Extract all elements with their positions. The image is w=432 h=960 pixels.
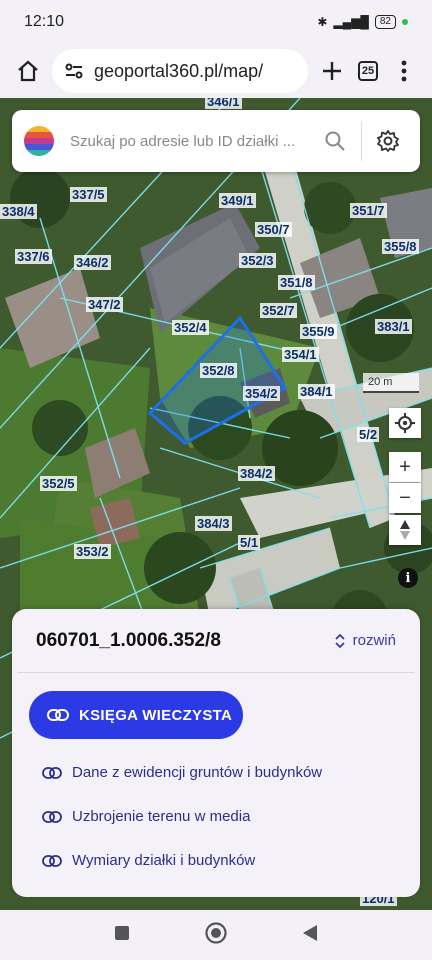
link-utilities[interactable]: Uzbrojenie terenu w media bbox=[42, 808, 250, 825]
tab-switcher-button[interactable]: 25 bbox=[350, 53, 386, 89]
parcel-label: 384/3 bbox=[195, 516, 232, 531]
land-register-label: KSIĘGA WIECZYSTA bbox=[79, 706, 233, 724]
parcel-label: 352/3 bbox=[239, 253, 276, 268]
parcel-label: 352/5 bbox=[40, 476, 77, 491]
link-icon bbox=[47, 709, 69, 721]
status-bar: 12:10 ✱ ▂▄▆█ 82 bbox=[0, 0, 432, 44]
link-label: Uzbrojenie terenu w media bbox=[72, 808, 251, 825]
scale-bar: 20 m bbox=[363, 373, 419, 393]
link-label: Wymiary działki i budynków bbox=[72, 852, 256, 869]
link-label: Dane z ewidencji gruntów i budynków bbox=[72, 764, 323, 781]
more-menu-icon[interactable] bbox=[386, 53, 422, 89]
recents-icon[interactable] bbox=[114, 925, 130, 946]
geoportal-logo[interactable] bbox=[24, 126, 54, 156]
parcel-info-panel: 060701_1.0006.352/8 rozwiń KSIĘGA WIECZY… bbox=[12, 609, 420, 897]
search-input[interactable]: Szukaj po adresie lub ID działki ... bbox=[70, 133, 315, 150]
signal-icon: ▂▄▆█ bbox=[333, 15, 369, 29]
address-bar[interactable]: geoportal360.pl/map/ bbox=[52, 49, 308, 93]
zoom-in-button[interactable]: + bbox=[389, 452, 421, 482]
parcel-label: 337/5 bbox=[70, 187, 107, 202]
parcel-label: 354/1 bbox=[282, 347, 319, 362]
zoom-out-button[interactable]: − bbox=[389, 483, 421, 513]
new-tab-icon[interactable] bbox=[314, 53, 350, 89]
locate-me-icon[interactable] bbox=[389, 408, 421, 438]
status-icons: ✱ ▂▄▆█ 82 bbox=[317, 15, 408, 29]
parcel-label: 354/2 bbox=[243, 386, 280, 401]
parcel-label: 355/9 bbox=[300, 324, 337, 339]
privacy-indicator-icon bbox=[402, 19, 408, 25]
parcel-label: 353/2 bbox=[74, 544, 111, 559]
site-settings-icon[interactable] bbox=[64, 61, 84, 81]
parcel-id: 060701_1.0006.352/8 bbox=[36, 629, 221, 651]
parcel-label: 5/1 bbox=[238, 535, 261, 550]
search-icon[interactable] bbox=[315, 130, 355, 152]
divider bbox=[361, 121, 362, 161]
land-register-button[interactable]: KSIĘGA WIECZYSTA bbox=[29, 691, 243, 739]
parcel-label: 355/8 bbox=[382, 239, 419, 254]
parcel-label: 352/7 bbox=[260, 303, 297, 318]
parcel-label: 346/2 bbox=[74, 255, 111, 270]
parcel-label: 384/1 bbox=[298, 384, 335, 399]
parcel-label: 347/2 bbox=[86, 297, 123, 312]
url-text: geoportal360.pl/map/ bbox=[94, 60, 264, 81]
system-nav-bar bbox=[0, 910, 432, 960]
parcel-label: 338/4 bbox=[0, 204, 37, 219]
parcel-label: 350/7 bbox=[255, 222, 292, 237]
compass-icon[interactable] bbox=[389, 515, 421, 545]
info-icon[interactable]: i bbox=[398, 568, 418, 588]
bluetooth-icon: ✱ bbox=[317, 15, 328, 29]
parcel-label: 352/8 bbox=[200, 363, 237, 378]
parcel-label: 352/4 bbox=[172, 320, 209, 335]
search-bar: Szukaj po adresie lub ID działki ... bbox=[12, 110, 420, 172]
back-icon[interactable] bbox=[302, 924, 318, 947]
home-nav-icon[interactable] bbox=[204, 921, 228, 950]
parcel-label: 349/1 bbox=[219, 193, 256, 208]
tabs-count: 25 bbox=[358, 61, 378, 81]
parcel-label: 351/7 bbox=[350, 203, 387, 218]
expand-chevrons-icon bbox=[335, 633, 345, 648]
parcel-label: 346/1 bbox=[205, 98, 242, 109]
expand-button[interactable]: rozwiń bbox=[335, 632, 396, 649]
parcel-label: 337/6 bbox=[15, 249, 52, 264]
expand-label: rozwiń bbox=[352, 632, 396, 649]
parcel-label: 384/2 bbox=[238, 466, 275, 481]
panel-header: 060701_1.0006.352/8 rozwiń bbox=[18, 609, 414, 673]
link-icon bbox=[42, 810, 62, 823]
link-dimensions[interactable]: Wymiary działki i budynków bbox=[42, 852, 255, 869]
link-land-records[interactable]: Dane z ewidencji gruntów i budynków bbox=[42, 764, 322, 781]
clock: 12:10 bbox=[24, 13, 65, 30]
browser-toolbar: geoportal360.pl/map/ 25 bbox=[0, 44, 432, 98]
link-icon bbox=[42, 766, 62, 779]
home-icon[interactable] bbox=[10, 53, 46, 89]
parcel-label: 383/1 bbox=[375, 319, 412, 334]
battery-icon: 82 bbox=[374, 15, 396, 29]
parcel-label: 5/2 bbox=[357, 427, 380, 442]
link-icon bbox=[42, 854, 62, 867]
parcel-label: 351/8 bbox=[278, 275, 315, 290]
gear-icon[interactable] bbox=[368, 129, 408, 153]
